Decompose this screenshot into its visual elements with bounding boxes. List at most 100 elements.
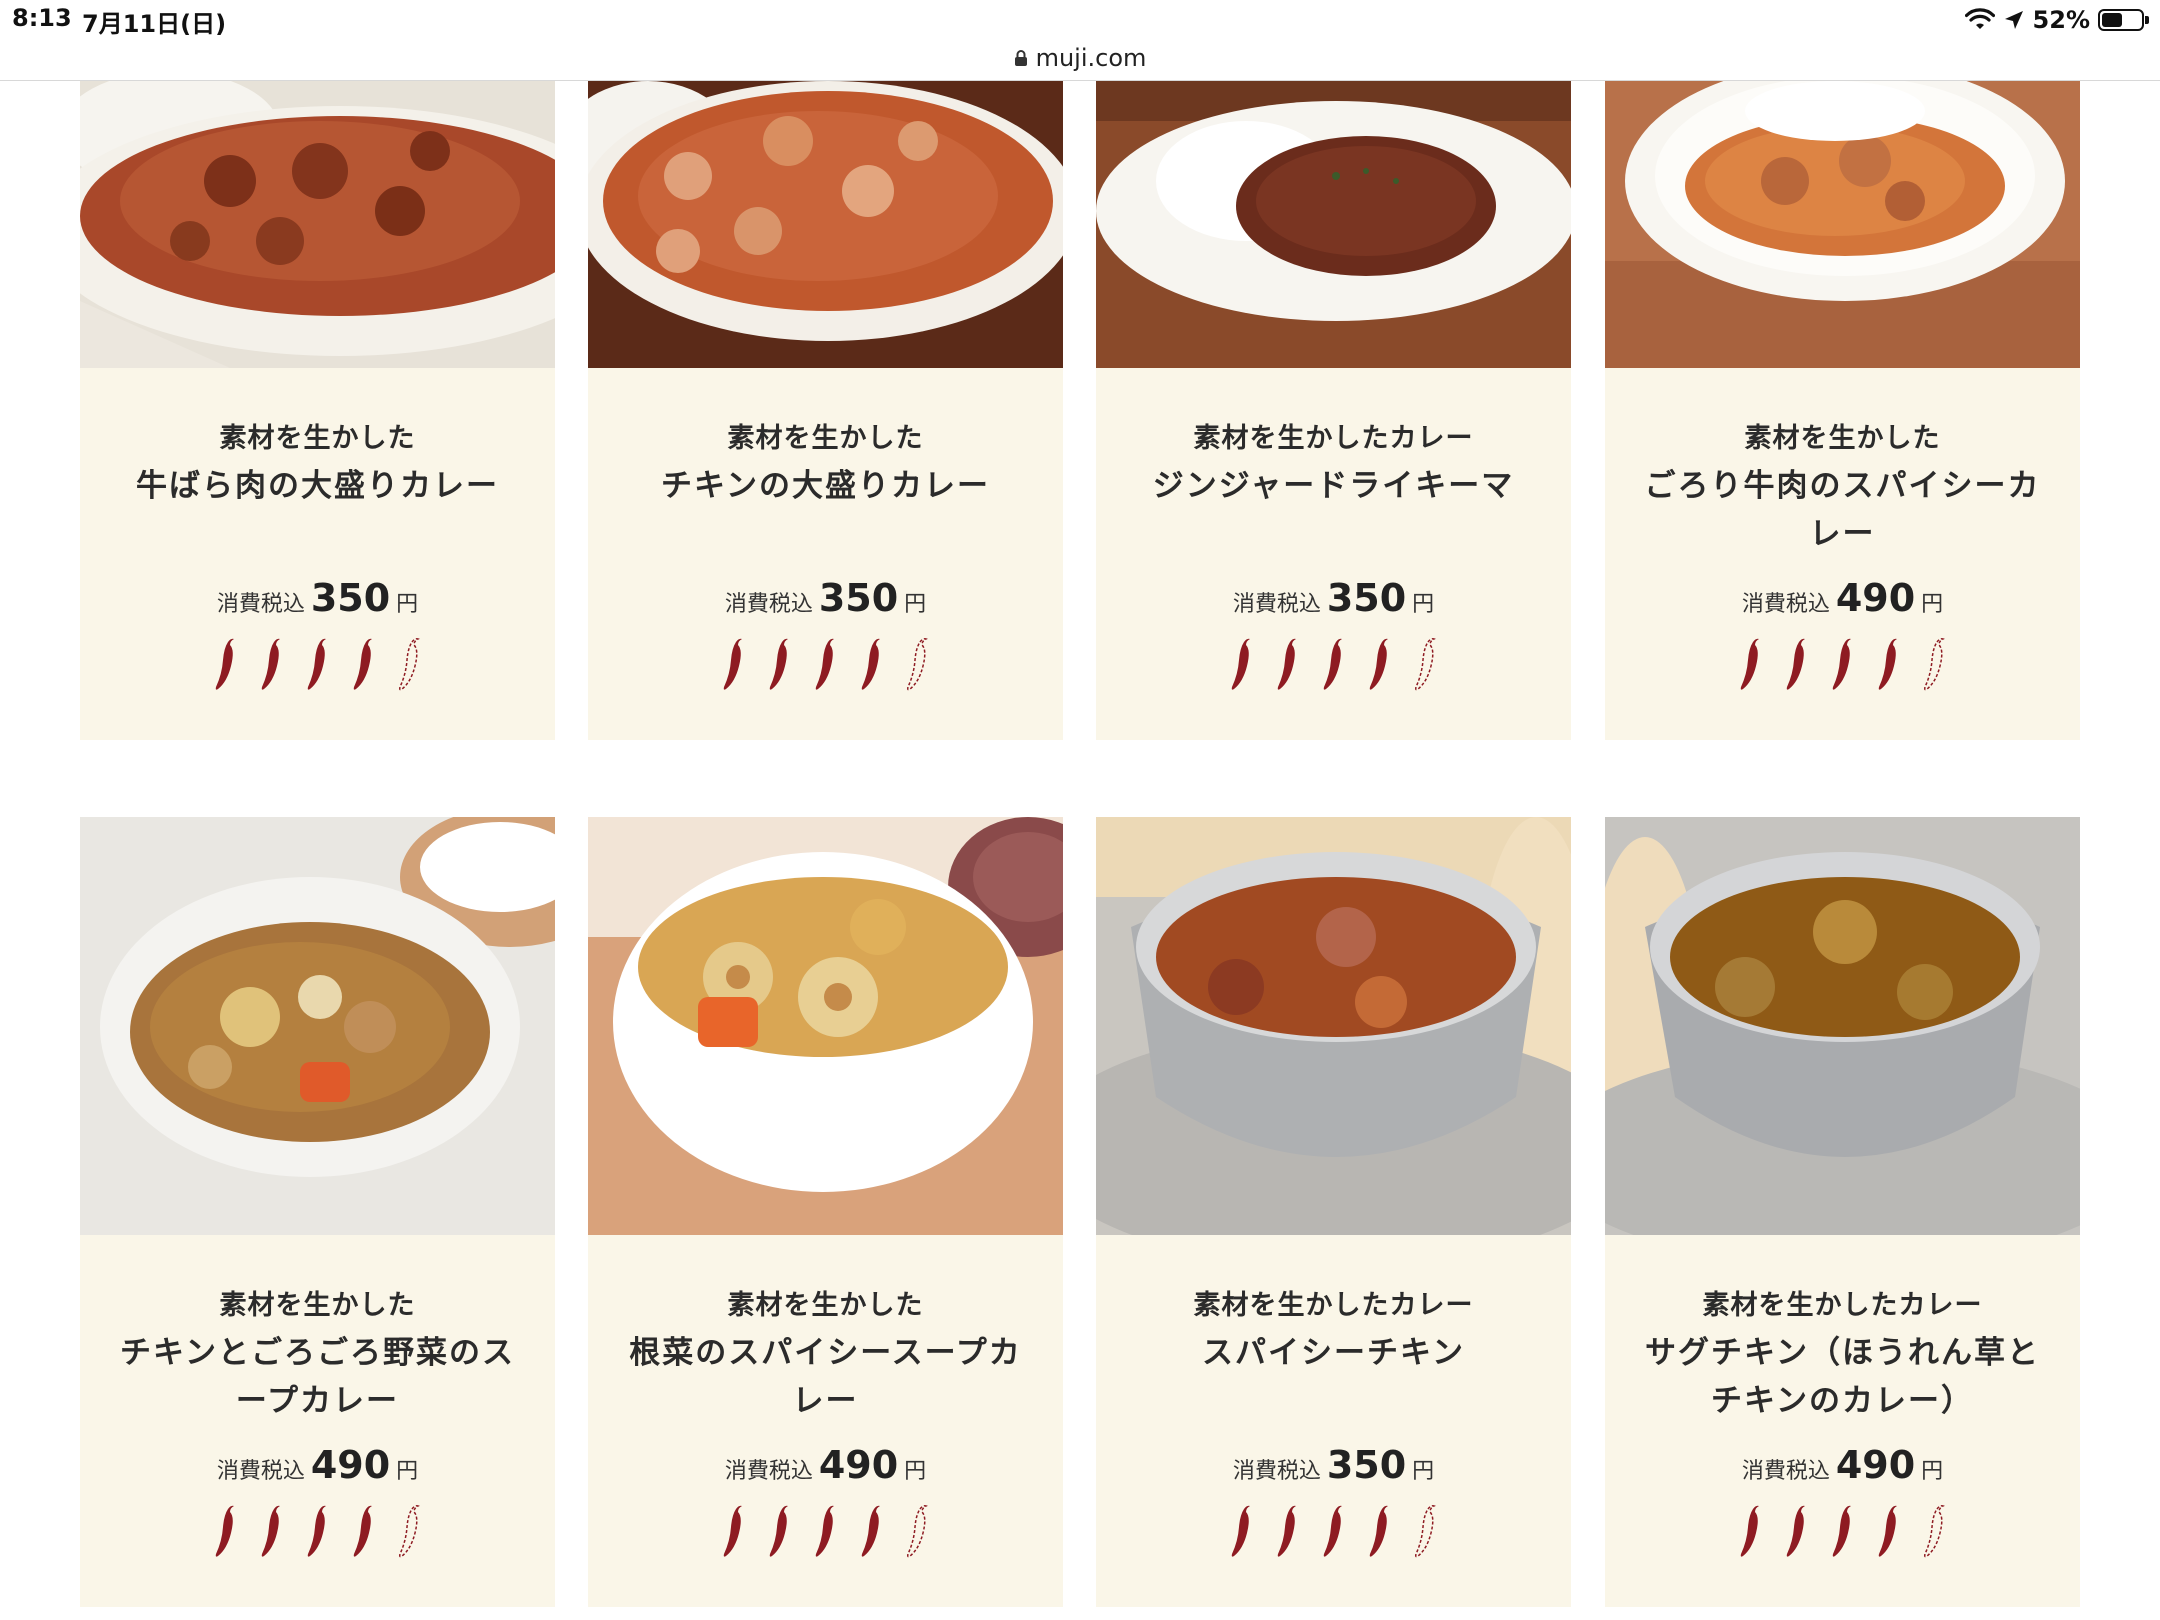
price-label: 消費税込 [1232,592,1321,617]
price-unit: 円 [1921,592,1944,617]
chili-pepper-icon [723,638,742,690]
chili-pepper-icon [1786,638,1805,690]
chili-pepper-icon [1878,1505,1897,1557]
chili-pepper-icon [815,1505,834,1557]
product-card[interactable]: 素材を生かしたカレー スパイシーチキン 消費税込 350 円 [1036,817,1636,1607]
price-label: 消費税込 [216,1459,305,1484]
price-value: 350 [310,576,391,620]
product-name[interactable]: サグチキン（ほうれん草とチキンのカレー） [1643,1329,2043,1425]
chili-pepper-icon [1231,638,1250,690]
chili-pepper-icon [769,638,788,690]
chili-pepper-icon [353,1505,372,1557]
chili-pepper-outline-icon [1923,1505,1945,1558]
price-value: 350 [818,576,899,620]
price: 消費税込 350 円 [1096,1443,1571,1493]
product-name[interactable]: ごろり牛肉のスパイシーカレー [1643,462,2043,558]
battery-percent: 52% [2032,6,2090,34]
price-label: 消費税込 [216,592,305,617]
spice-rating [1605,1503,2080,1563]
product-name[interactable]: 牛ばら肉の大盛りカレー [118,462,518,558]
price-value: 350 [1326,1443,1407,1487]
price-value: 490 [310,1443,391,1487]
price-value: 350 [1326,576,1407,620]
price-value: 490 [1835,1443,1916,1487]
price-label: 消費税込 [1232,1459,1321,1484]
product-info: 素材を生かしたカレー ジンジャードライキーマ 消費税込 350 円 [1096,372,1571,740]
product-card[interactable]: 素材を生かしたカレー サグチキン（ほうれん草とチキンのカレー） 消費税込 490… [1545,817,2145,1607]
chili-pepper-icon [723,1505,742,1557]
product-subtitle: 素材を生かしたカレー [1193,423,1474,454]
price: 消費税込 350 円 [80,576,555,626]
product-image [80,807,620,1235]
spice-rating [80,636,555,696]
status-indicators: 52% [1964,4,2149,36]
product-subtitle: 素材を生かした [1744,423,1941,454]
product-subtitle: 素材を生かした [727,423,924,454]
price-unit: 円 [1412,592,1435,617]
product-image [40,71,640,368]
product-subtitle: 素材を生かしたカレー [1193,1290,1474,1321]
product-image [558,81,1078,368]
chili-pepper-icon [1277,638,1296,690]
chili-pepper-outline-icon [398,1505,420,1558]
chili-pepper-icon [861,638,880,690]
product-subtitle: 素材を生かしたカレー [1702,1290,1983,1321]
chili-pepper-icon [1231,1505,1250,1557]
price-label: 消費税込 [1741,592,1830,617]
chili-pepper-icon [1369,638,1388,690]
chili-pepper-icon [1740,1505,1759,1557]
product-card[interactable]: 素材を生かした 根菜のスパイシースープカレー 消費税込 490 円 [588,817,1108,1607]
product-name[interactable]: チキンの大盛りカレー [626,462,1026,558]
product-card[interactable]: 素材を生かしたカレー ジンジャードライキーマ 消費税込 350 円 [1096,81,1576,740]
spice-rating [1605,636,2080,696]
chili-pepper-outline-icon [398,638,420,691]
chili-pepper-icon [1832,638,1851,690]
location-arrow-icon [2004,11,2023,29]
price-unit: 円 [396,1459,419,1484]
price: 消費税込 490 円 [80,1443,555,1493]
product-image [588,817,1108,1235]
chili-pepper-icon [307,638,326,690]
chili-pepper-icon [215,1505,234,1557]
chili-pepper-outline-icon [1414,638,1436,691]
product-info: 素材を生かした 牛ばら肉の大盛りカレー 消費税込 350 円 [80,372,555,740]
product-info: 素材を生かした チキンの大盛りカレー 消費税込 350 円 [588,372,1063,740]
product-card[interactable]: 素材を生かした ごろり牛肉のスパイシーカレー 消費税込 490 円 [1605,61,2080,740]
price-value: 490 [1835,576,1916,620]
chili-pepper-icon [1740,638,1759,690]
product-card[interactable]: 素材を生かした 牛ばら肉の大盛りカレー 消費税込 350 円 [40,71,640,740]
product-name[interactable]: 根菜のスパイシースープカレー [626,1329,1026,1425]
battery-fill [2102,13,2122,27]
product-info: 素材を生かした チキンとごろごろ野菜のスープカレー 消費税込 490 円 [80,1239,555,1607]
product-image [1605,61,2080,368]
spice-rating [588,636,1063,696]
product-info: 素材を生かしたカレー スパイシーチキン 消費税込 350 円 [1096,1239,1571,1607]
price: 消費税込 350 円 [1096,576,1571,626]
chili-pepper-icon [1786,1505,1805,1557]
price-unit: 円 [396,592,419,617]
price: 消費税込 490 円 [588,1443,1063,1493]
product-name[interactable]: スパイシーチキン [1134,1329,1534,1425]
price-unit: 円 [904,1459,927,1484]
product-card[interactable]: 素材を生かした チキンとごろごろ野菜のスープカレー 消費税込 490 円 [80,807,620,1607]
product-card[interactable]: 素材を生かした チキンの大盛りカレー 消費税込 350 円 [558,81,1078,740]
spice-rating [588,1503,1063,1563]
price: 消費税込 490 円 [1605,1443,2080,1493]
product-name[interactable]: チキンとごろごろ野菜のスープカレー [118,1329,518,1425]
address-bar[interactable]: muji.com [0,36,2160,81]
product-info: 素材を生かしたカレー サグチキン（ほうれん草とチキンのカレー） 消費税込 490… [1605,1239,2080,1607]
chili-pepper-outline-icon [906,1505,928,1558]
status-date: 7月11日(日) [82,10,227,38]
chili-pepper-icon [1277,1505,1296,1557]
chili-pepper-outline-icon [1923,638,1945,691]
chili-pepper-outline-icon [1414,1505,1436,1558]
price-value: 490 [818,1443,899,1487]
product-name[interactable]: ジンジャードライキーマ [1134,462,1534,558]
price-label: 消費税込 [1741,1459,1830,1484]
chili-pepper-icon [307,1505,326,1557]
chili-pepper-icon [1369,1505,1388,1557]
chili-pepper-icon [861,1505,880,1557]
chili-pepper-icon [1878,638,1897,690]
spice-rating [1096,636,1571,696]
chili-pepper-icon [261,638,280,690]
